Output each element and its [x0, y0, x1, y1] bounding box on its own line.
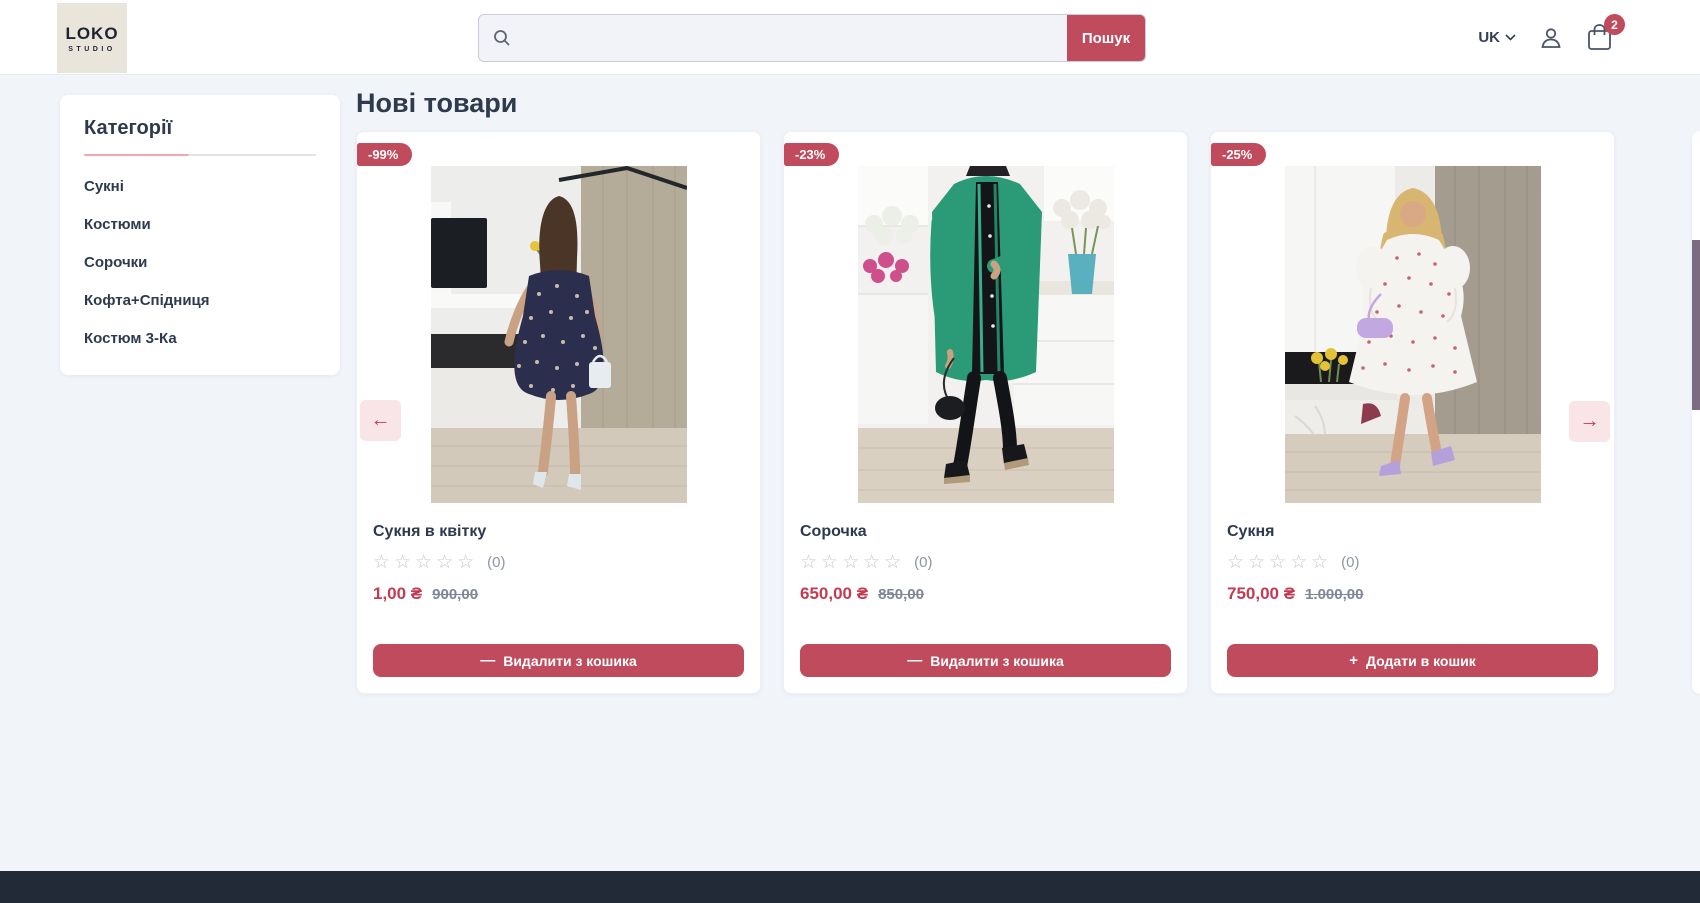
discount-badge: -25%	[1211, 143, 1266, 166]
price-old: 850,00	[878, 586, 924, 603]
product-info: Сорочка ☆☆☆☆☆ (0) 650,00 ₴ 850,00	[784, 503, 1187, 604]
rating-count: (0)	[914, 554, 932, 571]
cart-button[interactable]: 2	[1586, 23, 1613, 52]
price-old: 900,00	[432, 586, 478, 603]
logo-text-primary: LOKO	[65, 24, 118, 44]
footer	[0, 871, 1700, 903]
search-bar: Пошук	[478, 14, 1146, 62]
product-photo[interactable]	[858, 166, 1114, 503]
price-old: 1.000,00	[1305, 586, 1363, 603]
categories-panel: Категорії Сукні Костюми Сорочки Кофта+Сп…	[60, 95, 340, 375]
remove-from-cart-button[interactable]: — Видалити з кошика	[373, 644, 744, 677]
product-name[interactable]: Сорочка	[800, 523, 1171, 541]
account-button[interactable]	[1538, 25, 1564, 51]
product-price-row: 650,00 ₴ 850,00	[800, 584, 1171, 604]
sidebar-item-sukni[interactable]: Сукні	[84, 178, 316, 195]
add-to-cart-button[interactable]: + Додати в кошик	[1227, 644, 1598, 677]
product-carousel: -99%	[356, 131, 1615, 694]
next-card-peek	[1692, 131, 1700, 694]
minus-icon: —	[480, 653, 495, 668]
categories-title: Категорії	[84, 117, 316, 140]
product-photo[interactable]	[431, 166, 687, 503]
product-card[interactable]: -99%	[356, 131, 761, 694]
header-actions: UK 2	[1478, 0, 1613, 75]
sidebar-item-kostium-3ka[interactable]: Костюм 3-Ка	[84, 330, 316, 347]
product-rating: ☆☆☆☆☆ (0)	[1227, 553, 1598, 572]
plus-icon: +	[1349, 653, 1358, 668]
discount-badge: -23%	[784, 143, 839, 166]
rating-count: (0)	[487, 554, 505, 571]
carousel-next-button[interactable]: →	[1569, 401, 1610, 442]
product-price-row: 1,00 ₴ 900,00	[373, 584, 744, 604]
product-card[interactable]: -23%	[783, 131, 1188, 694]
sidebar-item-sorochky[interactable]: Сорочки	[84, 254, 316, 271]
product-name[interactable]: Сукня	[1227, 523, 1598, 541]
arrow-left-icon: ←	[371, 409, 391, 432]
language-selector[interactable]: UK	[1478, 29, 1516, 46]
logo[interactable]: LOKO STUDIO	[57, 3, 127, 73]
page-title: Нові товари	[356, 88, 517, 119]
categories-list: Сукні Костюми Сорочки Кофта+Спідниця Кос…	[84, 178, 316, 347]
price-current: 750,00 ₴	[1227, 584, 1295, 604]
star-rating-icons: ☆☆☆☆☆	[1227, 553, 1332, 572]
carousel-prev-button[interactable]: ←	[360, 400, 401, 441]
chevron-down-icon	[1505, 34, 1516, 41]
search-button[interactable]: Пошук	[1067, 15, 1145, 61]
search-icon	[479, 15, 525, 61]
logo-text-secondary: STUDIO	[68, 46, 115, 53]
product-rating: ☆☆☆☆☆ (0)	[800, 553, 1171, 572]
arrow-right-icon: →	[1580, 410, 1600, 433]
discount-badge: -99%	[357, 143, 412, 166]
price-current: 1,00 ₴	[373, 584, 422, 604]
remove-from-cart-button[interactable]: — Видалити з кошика	[800, 644, 1171, 677]
user-icon	[1538, 25, 1564, 51]
cart-button-label: Додати в кошик	[1366, 653, 1476, 669]
star-rating-icons: ☆☆☆☆☆	[800, 553, 905, 572]
product-rating: ☆☆☆☆☆ (0)	[373, 553, 744, 572]
price-current: 650,00 ₴	[800, 584, 868, 604]
next-card-photo-sliver	[1692, 240, 1700, 410]
search-input[interactable]	[525, 15, 1067, 61]
product-name[interactable]: Сукня в квітку	[373, 523, 744, 541]
sidebar-item-kofta-spidnytsia[interactable]: Кофта+Спідниця	[84, 292, 316, 309]
cart-button-label: Видалити з кошика	[930, 653, 1064, 669]
rating-count: (0)	[1341, 554, 1359, 571]
header: LOKO STUDIO Пошук UK	[0, 0, 1700, 75]
cart-button-label: Видалити з кошика	[503, 653, 637, 669]
product-photo[interactable]	[1285, 166, 1541, 503]
cart-count-badge: 2	[1604, 14, 1625, 35]
page: LOKO STUDIO Пошук UK	[0, 0, 1700, 903]
product-card[interactable]: -25%	[1210, 131, 1615, 694]
minus-icon: —	[907, 653, 922, 668]
language-label: UK	[1478, 29, 1500, 46]
categories-divider	[84, 154, 316, 156]
product-price-row: 750,00 ₴ 1.000,00	[1227, 584, 1598, 604]
product-info: Сукня ☆☆☆☆☆ (0) 750,00 ₴ 1.000,00	[1211, 503, 1614, 604]
sidebar-item-kostiumy[interactable]: Костюми	[84, 216, 316, 233]
product-info: Сукня в квітку ☆☆☆☆☆ (0) 1,00 ₴ 900,00	[357, 503, 760, 604]
star-rating-icons: ☆☆☆☆☆	[373, 553, 478, 572]
